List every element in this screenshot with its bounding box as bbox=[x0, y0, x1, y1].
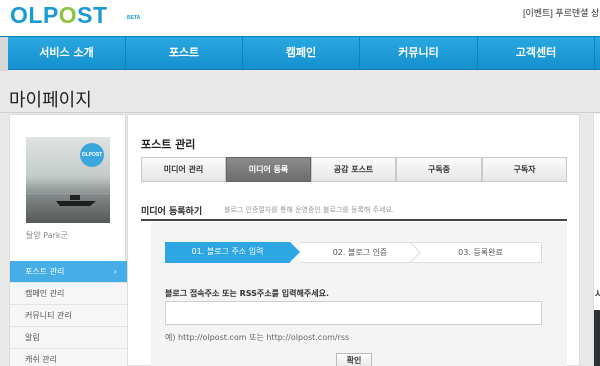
blog-url-input[interactable] bbox=[165, 301, 542, 325]
right-panel-text: 사 bbox=[595, 290, 600, 300]
profile-name: 탈양 Park군 bbox=[26, 231, 68, 240]
sidebar-item-post-manage[interactable]: 포스트 관리 › bbox=[10, 261, 127, 283]
boat-icon bbox=[56, 195, 96, 206]
horizon bbox=[26, 193, 110, 194]
main-nav: 서비스 소개 포스트 캠페인 커뮤니티 고객센터 bbox=[0, 36, 600, 71]
sidebar-item-campaign-manage[interactable]: 캠페인 관리 bbox=[10, 283, 127, 305]
main-panel: 포스트 관리 미디어 관리 미디어 등록 공감 포스트 구독중 구독자 미디어 … bbox=[127, 114, 580, 366]
tab-media-register[interactable]: 미디어 등록 bbox=[226, 157, 311, 182]
step-blog-verify: 02. 블로그 인증 bbox=[300, 242, 420, 263]
beta-label: BETA bbox=[127, 15, 141, 21]
section-title: 포스트 관리 bbox=[141, 138, 196, 151]
divider bbox=[0, 112, 600, 113]
step-url-input: 01. 블로그 주소 입력 bbox=[165, 242, 290, 263]
title-underline bbox=[141, 219, 567, 221]
confirm-button[interactable]: 확인 bbox=[336, 353, 372, 366]
nav-item-support[interactable]: 고객센터 bbox=[478, 37, 595, 69]
register-form: 02. 블로그 인증 03. 등록완료 01. 블로그 주소 입력 블로그 접속… bbox=[151, 222, 567, 366]
sidebar: OLPOST 탈양 Park군 포스트 관리 › 캠페인 관리 커뮤니티 관리 … bbox=[9, 114, 127, 366]
profile-image[interactable]: OLPOST bbox=[26, 137, 110, 223]
olpost-logo[interactable]: OLPOST bbox=[10, 2, 108, 29]
url-example: 예) http://olpost.com 또는 http://olpost.co… bbox=[165, 333, 350, 342]
sidebar-item-community-manage[interactable]: 커뮤니티 관리 bbox=[10, 305, 127, 327]
event-link[interactable]: [이벤트] 푸르덴셜 상 bbox=[523, 6, 599, 19]
tab-liked-posts[interactable]: 공감 포스트 bbox=[311, 157, 396, 182]
nav-item-campaign[interactable]: 캠페인 bbox=[243, 37, 360, 69]
tab-bar: 미디어 관리 미디어 등록 공감 포스트 구독중 구독자 bbox=[141, 157, 567, 182]
sidebar-item-cash-manage[interactable]: 캐쉬 관리 bbox=[10, 349, 127, 366]
step-chevron-icon bbox=[410, 242, 421, 263]
side-menu: 포스트 관리 › 캠페인 관리 커뮤니티 관리 알림 캐쉬 관리 bbox=[10, 261, 127, 366]
register-description: 블로그 인증절차를 통해 운영중인 블로그를 등록해 주세요. bbox=[224, 206, 395, 214]
chevron-right-icon: › bbox=[113, 267, 117, 276]
step-active-arrow bbox=[290, 242, 300, 262]
nav-item-service[interactable]: 서비스 소개 bbox=[8, 37, 126, 69]
tab-subscribers[interactable]: 구독자 bbox=[482, 157, 567, 182]
nav-item-post[interactable]: 포스트 bbox=[126, 37, 243, 69]
sidebar-item-notifications[interactable]: 알림 bbox=[10, 327, 127, 349]
step-complete: 03. 등록완료 bbox=[420, 242, 542, 263]
page-title: 마이페이지 bbox=[9, 90, 92, 111]
right-banner[interactable] bbox=[594, 310, 600, 366]
tab-subscribing[interactable]: 구독중 bbox=[396, 157, 482, 182]
step-indicator: 02. 블로그 인증 03. 등록완료 01. 블로그 주소 입력 bbox=[165, 242, 542, 263]
nav-item-community[interactable]: 커뮤니티 bbox=[360, 37, 478, 69]
register-title: 미디어 등록하기 bbox=[141, 207, 203, 217]
sidebar-item-label: 포스트 관리 bbox=[25, 267, 65, 276]
url-input-label: 블로그 접속주소 또는 RSS주소를 입력해주세요. bbox=[165, 289, 329, 298]
olpost-badge-icon: OLPOST bbox=[80, 143, 104, 167]
tab-media-manage[interactable]: 미디어 관리 bbox=[141, 157, 226, 182]
nav-edge bbox=[0, 37, 8, 71]
top-bar: OLPOST BETA [이벤트] 푸르덴셜 상 bbox=[0, 0, 600, 36]
